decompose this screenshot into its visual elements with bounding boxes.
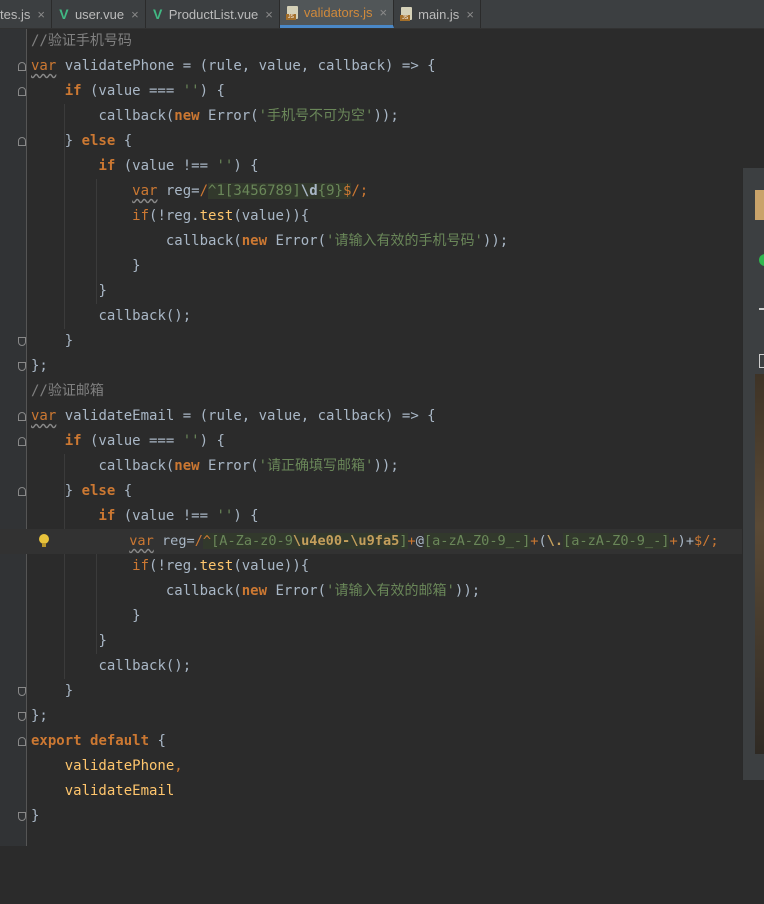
code-comment: //验证手机号码	[31, 33, 132, 49]
tab-user-vue[interactable]: V user.vue ×	[52, 0, 146, 28]
code-line: if(!reg.test(value)){	[132, 208, 310, 224]
tab-label: user.vue	[74, 6, 125, 22]
tab-main-js[interactable]: JS main.js ×	[394, 0, 481, 28]
code-line: if (value !== '') {	[98, 508, 259, 524]
tab-productlist-vue[interactable]: V ProductList.vue ×	[146, 0, 280, 28]
code-line: callback();	[98, 658, 192, 674]
js-file-icon: JS	[285, 5, 299, 20]
tab-tes-js[interactable]: tes.js ×	[0, 0, 52, 28]
code-line: }	[0, 804, 742, 829]
code-line: var reg=/^1[3456789]\d{9}$/;	[132, 183, 369, 199]
fold-icon[interactable]	[18, 812, 26, 821]
code-line: export default {	[0, 729, 742, 754]
tab-label: ProductList.vue	[168, 6, 259, 22]
code-line: };	[0, 704, 742, 729]
fold-icon[interactable]	[18, 362, 26, 371]
status-icon	[759, 254, 764, 266]
code-line: callback(new Error('请正确填写邮箱'));	[98, 458, 399, 474]
panel-icon	[759, 308, 764, 310]
close-icon[interactable]: ×	[37, 7, 45, 22]
code-line: } else {	[0, 479, 742, 504]
panel-image	[755, 374, 764, 754]
code-line: callback();	[98, 308, 192, 324]
tab-label: main.js	[418, 6, 460, 22]
close-icon[interactable]: ×	[131, 7, 139, 22]
tab-label: tes.js	[0, 6, 31, 22]
fold-icon[interactable]	[18, 687, 26, 696]
code-line: } else {	[0, 129, 742, 154]
code-line-current: var reg=/^[A-Za-z0-9\u4e00-\u9fa5]+@[a-z…	[0, 529, 742, 554]
code-line: if (value === '') {	[0, 79, 742, 104]
code-line: }	[132, 258, 141, 274]
code-line: }	[0, 329, 742, 354]
fold-icon[interactable]	[18, 137, 26, 146]
code-line: callback(new Error('请输入有效的邮箱'));	[165, 583, 481, 599]
vue-icon: V	[59, 6, 69, 22]
fold-icon[interactable]	[18, 337, 26, 346]
close-icon[interactable]: ×	[380, 5, 388, 20]
code-line: callback(new Error('请输入有效的手机号码'));	[165, 233, 509, 249]
js-file-icon: JS	[400, 7, 413, 21]
code-comment: //验证邮箱	[31, 383, 104, 399]
code-line: }	[98, 633, 107, 649]
code-line: };	[0, 354, 742, 379]
code-line: var validatePhone = (rule, value, callba…	[0, 54, 742, 79]
code-line: }	[98, 283, 107, 299]
code-line: //验证手机号码	[0, 29, 742, 54]
fold-icon[interactable]	[18, 437, 26, 446]
code-line: if(!reg.test(value)){	[132, 558, 310, 574]
side-overlay-panel[interactable]	[742, 168, 764, 780]
code-line: validatePhone,	[64, 758, 183, 774]
code-line: if (value !== '') {	[98, 158, 259, 174]
code-line: }	[0, 679, 742, 704]
tab-validators-js[interactable]: JS validators.js ×	[279, 0, 395, 28]
fold-icon[interactable]	[18, 87, 26, 96]
fold-icon[interactable]	[18, 412, 26, 421]
code-line: validateEmail	[64, 783, 175, 799]
fold-icon[interactable]	[18, 487, 26, 496]
panel-icon	[759, 354, 764, 368]
close-icon[interactable]: ×	[265, 7, 273, 22]
fold-icon[interactable]	[18, 62, 26, 71]
avatar[interactable]	[755, 190, 764, 220]
code-line: //验证邮箱	[0, 379, 742, 404]
editor-tab-bar: tes.js × V user.vue × V ProductList.vue …	[0, 0, 764, 29]
code-line: callback(new Error('手机号不可为空'));	[98, 108, 399, 124]
close-icon[interactable]: ×	[466, 7, 474, 22]
code-line: if (value === '') {	[0, 429, 742, 454]
tab-label: validators.js	[303, 5, 373, 20]
code-editor[interactable]: //验证手机号码 var validatePhone = (rule, valu…	[0, 29, 764, 846]
code-line: var validateEmail = (rule, value, callba…	[0, 404, 742, 429]
code-line: }	[132, 608, 141, 624]
fold-icon[interactable]	[18, 712, 26, 721]
fold-icon[interactable]	[18, 737, 26, 746]
vue-icon: V	[153, 6, 163, 22]
